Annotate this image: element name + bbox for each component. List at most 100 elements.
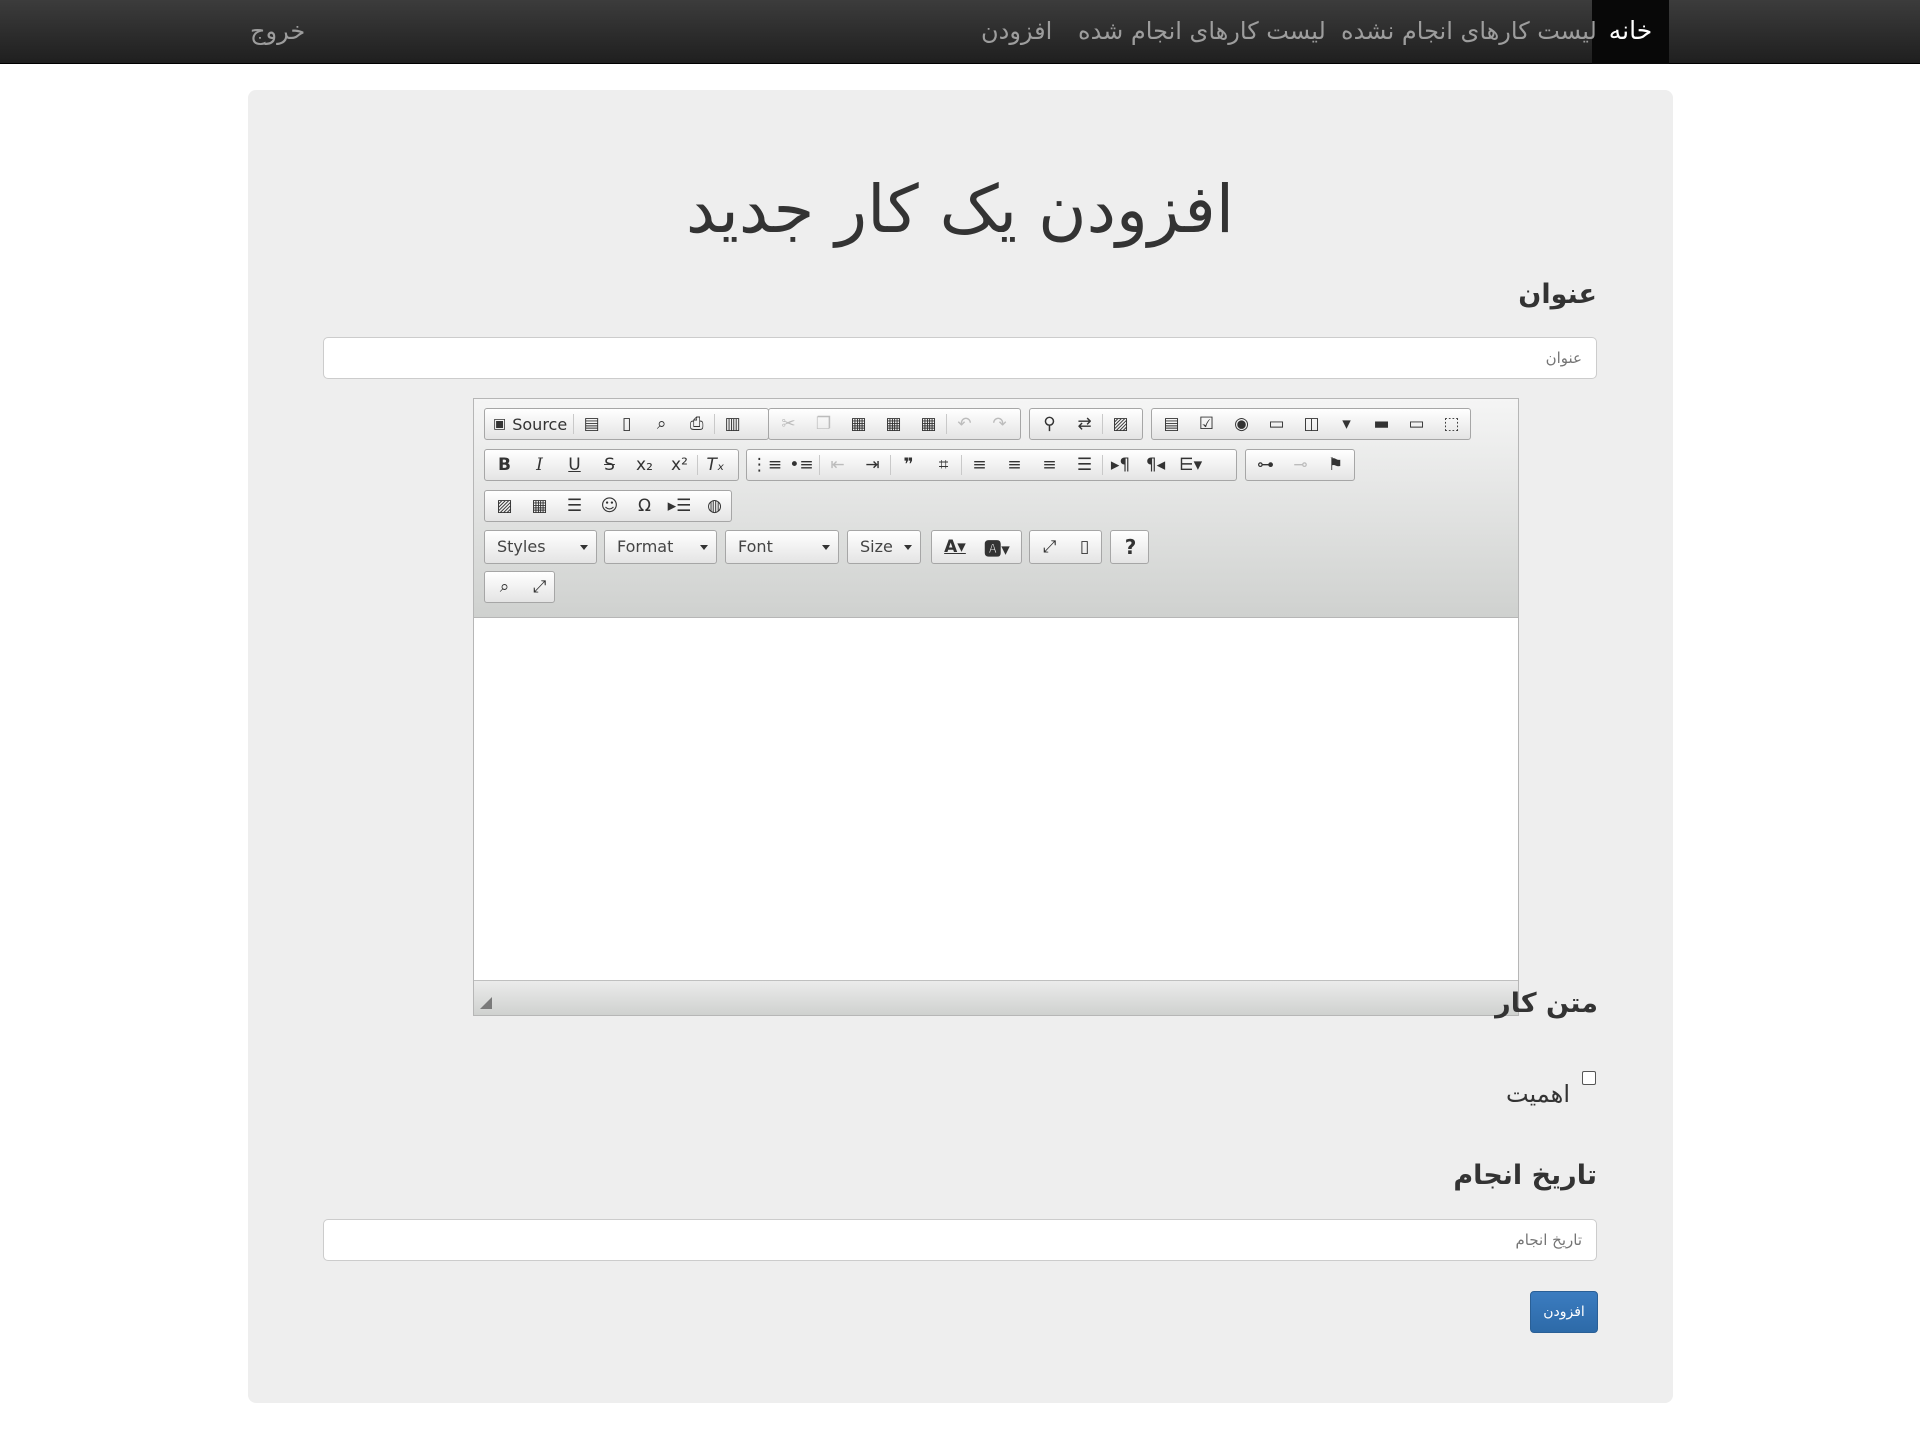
align-left-button[interactable]: ≡ bbox=[962, 451, 997, 479]
body-label: متن کار bbox=[1495, 988, 1598, 1019]
text-field-button[interactable]: ▭ bbox=[1259, 410, 1294, 438]
date-label: تاریخ انجام bbox=[1453, 1160, 1597, 1191]
resize-handle-icon[interactable] bbox=[480, 997, 492, 1009]
rtl-button[interactable]: ¶◂ bbox=[1138, 451, 1173, 479]
maximize-button[interactable]: ⤢ bbox=[1032, 533, 1067, 561]
nav-home-link[interactable]: خانه bbox=[1592, 0, 1669, 64]
editor-status-bar bbox=[474, 980, 1518, 1015]
title-input[interactable] bbox=[323, 337, 1597, 379]
font-dropdown[interactable]: Font bbox=[725, 530, 839, 564]
copy-button[interactable]: ❐ bbox=[806, 410, 841, 438]
strike-button[interactable]: S bbox=[592, 451, 627, 479]
image-icon: ▨ bbox=[496, 496, 513, 516]
image-button-button[interactable]: ▭ bbox=[1399, 410, 1434, 438]
underline-button[interactable]: U bbox=[557, 451, 592, 479]
templates-button[interactable]: ▥ bbox=[715, 410, 750, 438]
preview-button[interactable]: ⌕ bbox=[644, 410, 679, 438]
align-right-button[interactable]: ≡ bbox=[1032, 451, 1067, 479]
paragraph-toolbar-group: ⋮≡ •≡ ⇤ ⇥ ❞ ⌗ ≡ ≡ ≡ ☰ ▸¶ ¶◂ ⋿▾ bbox=[746, 449, 1237, 481]
page-break-button[interactable]: ▸☰ bbox=[662, 492, 697, 520]
editor-toolbar: ▣ Source ▤ ▯ ⌕ ⎙ ▥ ✂ ❐ ▦ ▦ ▦ ↶ ↷ ⚲ ⇄ ▨ ▤ bbox=[474, 399, 1518, 618]
page-title: افزودن یک کار جدید bbox=[685, 171, 1235, 248]
italic-button[interactable]: I bbox=[522, 451, 557, 479]
editor-content-area[interactable] bbox=[474, 618, 1518, 980]
select-all-button[interactable]: ▨ bbox=[1103, 410, 1138, 438]
subscript-button[interactable]: x₂ bbox=[627, 451, 662, 479]
styles-dropdown[interactable]: Styles bbox=[484, 530, 597, 564]
button-icon: ▬ bbox=[1373, 414, 1390, 434]
form-button-button[interactable]: ▬ bbox=[1364, 410, 1399, 438]
nav-logout-link[interactable]: خروج bbox=[250, 0, 305, 64]
image-button[interactable]: ▨ bbox=[487, 492, 522, 520]
horizontal-line-button[interactable]: ☰ bbox=[557, 492, 592, 520]
superscript-button[interactable]: x² bbox=[662, 451, 697, 479]
outdent-button[interactable]: ⇤ bbox=[820, 451, 855, 479]
language-button[interactable]: ⋿▾ bbox=[1173, 451, 1208, 479]
table-button[interactable]: ▦ bbox=[522, 492, 557, 520]
paste-button[interactable]: ▦ bbox=[841, 410, 876, 438]
select-button[interactable]: ▾ bbox=[1329, 410, 1364, 438]
replace-icon: ⇄ bbox=[1077, 414, 1092, 434]
show-blocks-button[interactable]: ▯ bbox=[1067, 533, 1102, 561]
nav-done-list-link[interactable]: لیست کارهای انجام شده bbox=[1078, 0, 1326, 64]
background-color-button[interactable]: 🅰▾ bbox=[976, 533, 1018, 561]
preview-button-2[interactable]: ⌕ bbox=[487, 573, 522, 601]
redo-button[interactable]: ↷ bbox=[982, 410, 1017, 438]
add-button[interactable]: افزودن bbox=[1530, 1291, 1598, 1333]
replace-button[interactable]: ⇄ bbox=[1067, 410, 1102, 438]
forms-toolbar-group: ▤ ☑ ◉ ▭ ◫ ▾ ▬ ▭ ⬚ bbox=[1151, 408, 1471, 440]
anchor-button[interactable]: ⚑ bbox=[1318, 451, 1353, 479]
new-page-button[interactable]: ▯ bbox=[609, 410, 644, 438]
size-dropdown[interactable]: Size bbox=[847, 530, 921, 564]
textarea-button[interactable]: ◫ bbox=[1294, 410, 1329, 438]
save-button[interactable]: ▤ bbox=[574, 410, 609, 438]
align-center-button[interactable]: ≡ bbox=[997, 451, 1032, 479]
undo-button[interactable]: ↶ bbox=[947, 410, 982, 438]
smiley-button[interactable]: ☺ bbox=[592, 492, 627, 520]
create-div-button[interactable]: ⌗ bbox=[926, 451, 961, 479]
format-dropdown[interactable]: Format bbox=[604, 530, 717, 564]
help-button[interactable]: ? bbox=[1113, 533, 1148, 561]
hidden-field-button[interactable]: ⬚ bbox=[1434, 410, 1469, 438]
paste-word-button[interactable]: ▦ bbox=[911, 410, 946, 438]
maximize-icon: ⤢ bbox=[1042, 537, 1057, 557]
paste-text-button[interactable]: ▦ bbox=[876, 410, 911, 438]
numbered-list-button[interactable]: ⋮≡ bbox=[749, 451, 784, 479]
indent-button[interactable]: ⇥ bbox=[855, 451, 890, 479]
create-div-icon: ⌗ bbox=[938, 455, 949, 475]
maximize-button-2[interactable]: ⤢ bbox=[522, 573, 557, 601]
link-button[interactable]: ⊶ bbox=[1248, 451, 1283, 479]
justify-button[interactable]: ☰ bbox=[1067, 451, 1102, 479]
link-icon: ⊶ bbox=[1257, 455, 1274, 475]
form-button[interactable]: ▤ bbox=[1154, 410, 1189, 438]
blockquote-button[interactable]: ❞ bbox=[891, 451, 926, 479]
find-toolbar-group: ⚲ ⇄ ▨ bbox=[1029, 408, 1143, 440]
text-color-button[interactable]: A▾ bbox=[934, 533, 976, 561]
nav-add-link[interactable]: افزودن bbox=[981, 0, 1052, 64]
bold-button[interactable]: B bbox=[487, 451, 522, 479]
globe-icon: ◍ bbox=[707, 496, 722, 516]
special-char-button[interactable]: Ω bbox=[627, 492, 662, 520]
checkbox-button[interactable]: ☑ bbox=[1189, 410, 1224, 438]
font-label: Font bbox=[738, 537, 773, 556]
paste-word-icon: ▦ bbox=[920, 414, 937, 434]
print-button[interactable]: ⎙ bbox=[679, 410, 714, 438]
bulleted-list-button[interactable]: •≡ bbox=[784, 451, 819, 479]
importance-checkbox[interactable] bbox=[1582, 1071, 1596, 1085]
omega-icon: Ω bbox=[638, 496, 651, 516]
text-color-icon: A▾ bbox=[944, 537, 966, 557]
source-label: Source bbox=[512, 414, 568, 434]
align-right-icon: ≡ bbox=[1042, 455, 1057, 475]
cut-button[interactable]: ✂ bbox=[771, 410, 806, 438]
radio-button[interactable]: ◉ bbox=[1224, 410, 1259, 438]
iframe-button[interactable]: ◍ bbox=[697, 492, 732, 520]
unlink-button[interactable]: ⊸ bbox=[1283, 451, 1318, 479]
nav-undone-list-link[interactable]: لیست کارهای انجام نشده bbox=[1341, 0, 1597, 64]
ltr-button[interactable]: ▸¶ bbox=[1103, 451, 1138, 479]
remove-format-button[interactable]: Tₓ bbox=[698, 451, 733, 479]
source-button[interactable]: ▣ Source bbox=[487, 410, 573, 438]
find-button[interactable]: ⚲ bbox=[1032, 410, 1067, 438]
hidden-field-icon: ⬚ bbox=[1443, 414, 1460, 434]
date-input[interactable] bbox=[323, 1219, 1597, 1261]
top-navbar: خانه لیست کارهای انجام نشده لیست کارهای … bbox=[0, 0, 1920, 64]
